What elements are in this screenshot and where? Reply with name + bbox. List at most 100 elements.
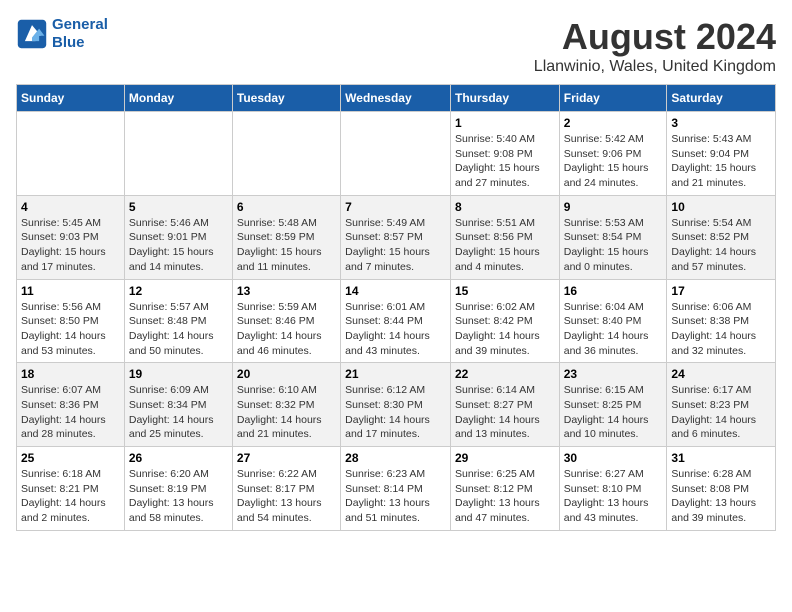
day-number: 19 [129, 367, 228, 381]
day-number: 9 [564, 200, 663, 214]
day-number: 27 [237, 451, 336, 465]
calendar-week-row: 25 Sunrise: 6:18 AM Sunset: 8:21 PM Dayli… [17, 447, 776, 531]
logo-line1: General [52, 16, 108, 33]
day-number: 26 [129, 451, 228, 465]
day-number: 28 [345, 451, 446, 465]
calendar-cell: 6Sunrise: 5:48 AM Sunset: 8:59 PM Daylig… [232, 195, 340, 279]
calendar-week-row: 4 Sunrise: 5:45 AM Sunset: 9:03 PM Daylig… [17, 195, 776, 279]
day-info: Sunrise: 6:20 AM Sunset: 8:19 PM Dayligh… [129, 467, 228, 526]
day-info: Sunrise: 5:56 AM Sunset: 8:50 PM Dayligh… [21, 300, 120, 359]
day-number: 8 [455, 200, 555, 214]
day-info: Sunrise: 5:51 AM Sunset: 8:56 PM Dayligh… [455, 216, 555, 275]
calendar-cell: 7Sunrise: 5:49 AM Sunset: 8:57 PM Daylig… [341, 195, 451, 279]
day-number: 25 [21, 451, 120, 465]
day-number: 15 [455, 284, 555, 298]
day-info: Sunrise: 6:07 AM Sunset: 8:36 PM Dayligh… [21, 383, 120, 442]
calendar-week-row: 18 Sunrise: 6:07 AM Sunset: 8:36 PM Dayli… [17, 363, 776, 447]
calendar-cell: 24 Sunrise: 6:17 AM Sunset: 8:23 PM Dayli… [667, 363, 776, 447]
col-header-tuesday: Tuesday [232, 85, 340, 112]
day-info: Sunrise: 6:09 AM Sunset: 8:34 PM Dayligh… [129, 383, 228, 442]
calendar-cell: 28 Sunrise: 6:23 AM Sunset: 8:14 PM Dayli… [341, 447, 451, 531]
day-number: 7 [345, 200, 446, 214]
calendar-cell: 31Sunrise: 6:28 AM Sunset: 8:08 PM Dayli… [667, 447, 776, 531]
calendar-header-row: SundayMondayTuesdayWednesdayThursdayFrid… [17, 85, 776, 112]
calendar-cell [124, 112, 232, 196]
subtitle: Llanwinio, Wales, United Kingdom [534, 58, 776, 76]
day-number: 22 [455, 367, 555, 381]
day-info: Sunrise: 5:54 AM Sunset: 8:52 PM Dayligh… [671, 216, 771, 275]
day-number: 23 [564, 367, 663, 381]
calendar-cell: 29Sunrise: 6:25 AM Sunset: 8:12 PM Dayli… [450, 447, 559, 531]
calendar-cell: 14Sunrise: 6:01 AM Sunset: 8:44 PM Dayli… [341, 279, 451, 363]
col-header-monday: Monday [124, 85, 232, 112]
day-number: 18 [21, 367, 120, 381]
main-title: August 2024 [534, 16, 776, 58]
calendar-cell: 16 Sunrise: 6:04 AM Sunset: 8:40 PM Dayli… [559, 279, 667, 363]
day-number: 14 [345, 284, 446, 298]
calendar-cell: 25 Sunrise: 6:18 AM Sunset: 8:21 PM Dayli… [17, 447, 125, 531]
day-info: Sunrise: 5:59 AM Sunset: 8:46 PM Dayligh… [237, 300, 336, 359]
day-number: 5 [129, 200, 228, 214]
calendar-week-row: 1Sunrise: 5:40 AM Sunset: 9:08 PM Daylig… [17, 112, 776, 196]
day-info: Sunrise: 6:04 AM Sunset: 8:40 PM Dayligh… [564, 300, 663, 359]
calendar-cell: 21Sunrise: 6:12 AM Sunset: 8:30 PM Dayli… [341, 363, 451, 447]
logo-line2: Blue [52, 34, 85, 51]
day-info: Sunrise: 5:46 AM Sunset: 9:01 PM Dayligh… [129, 216, 228, 275]
day-info: Sunrise: 6:14 AM Sunset: 8:27 PM Dayligh… [455, 383, 555, 442]
calendar-cell [232, 112, 340, 196]
day-info: Sunrise: 6:15 AM Sunset: 8:25 PM Dayligh… [564, 383, 663, 442]
calendar-cell: 30Sunrise: 6:27 AM Sunset: 8:10 PM Dayli… [559, 447, 667, 531]
calendar-cell: 5 Sunrise: 5:46 AM Sunset: 9:01 PM Daylig… [124, 195, 232, 279]
calendar-cell: 3Sunrise: 5:43 AM Sunset: 9:04 PM Daylig… [667, 112, 776, 196]
day-info: Sunrise: 6:06 AM Sunset: 8:38 PM Dayligh… [671, 300, 771, 359]
day-info: Sunrise: 6:02 AM Sunset: 8:42 PM Dayligh… [455, 300, 555, 359]
calendar-cell: 13 Sunrise: 5:59 AM Sunset: 8:46 PM Dayli… [232, 279, 340, 363]
title-block: August 2024 Llanwinio, Wales, United Kin… [534, 16, 776, 76]
day-info: Sunrise: 6:12 AM Sunset: 8:30 PM Dayligh… [345, 383, 446, 442]
calendar-cell: 10Sunrise: 5:54 AM Sunset: 8:52 PM Dayli… [667, 195, 776, 279]
day-info: Sunrise: 6:10 AM Sunset: 8:32 PM Dayligh… [237, 383, 336, 442]
day-number: 4 [21, 200, 120, 214]
calendar-cell: 19 Sunrise: 6:09 AM Sunset: 8:34 PM Dayli… [124, 363, 232, 447]
day-number: 29 [455, 451, 555, 465]
col-header-thursday: Thursday [450, 85, 559, 112]
page-header: General Blue August 2024 Llanwinio, Wale… [16, 16, 776, 76]
day-info: Sunrise: 5:53 AM Sunset: 8:54 PM Dayligh… [564, 216, 663, 275]
day-number: 30 [564, 451, 663, 465]
day-number: 17 [671, 284, 771, 298]
col-header-sunday: Sunday [17, 85, 125, 112]
day-number: 24 [671, 367, 771, 381]
day-number: 20 [237, 367, 336, 381]
day-info: Sunrise: 5:57 AM Sunset: 8:48 PM Dayligh… [129, 300, 228, 359]
day-number: 16 [564, 284, 663, 298]
calendar-cell: 23 Sunrise: 6:15 AM Sunset: 8:25 PM Dayli… [559, 363, 667, 447]
col-header-friday: Friday [559, 85, 667, 112]
calendar-week-row: 11Sunrise: 5:56 AM Sunset: 8:50 PM Dayli… [17, 279, 776, 363]
day-number: 13 [237, 284, 336, 298]
day-info: Sunrise: 6:17 AM Sunset: 8:23 PM Dayligh… [671, 383, 771, 442]
calendar-cell: 12 Sunrise: 5:57 AM Sunset: 8:48 PM Dayli… [124, 279, 232, 363]
col-header-saturday: Saturday [667, 85, 776, 112]
calendar-cell: 18 Sunrise: 6:07 AM Sunset: 8:36 PM Dayli… [17, 363, 125, 447]
day-number: 12 [129, 284, 228, 298]
day-info: Sunrise: 6:23 AM Sunset: 8:14 PM Dayligh… [345, 467, 446, 526]
calendar-cell: 8 Sunrise: 5:51 AM Sunset: 8:56 PM Daylig… [450, 195, 559, 279]
calendar-cell: 11Sunrise: 5:56 AM Sunset: 8:50 PM Dayli… [17, 279, 125, 363]
day-info: Sunrise: 5:42 AM Sunset: 9:06 PM Dayligh… [564, 132, 663, 191]
calendar-cell: 17 Sunrise: 6:06 AM Sunset: 8:38 PM Dayli… [667, 279, 776, 363]
calendar-cell: 1Sunrise: 5:40 AM Sunset: 9:08 PM Daylig… [450, 112, 559, 196]
day-info: Sunrise: 6:22 AM Sunset: 8:17 PM Dayligh… [237, 467, 336, 526]
calendar-table: SundayMondayTuesdayWednesdayThursdayFrid… [16, 84, 776, 531]
calendar-cell: 15 Sunrise: 6:02 AM Sunset: 8:42 PM Dayli… [450, 279, 559, 363]
calendar-cell: 22 Sunrise: 6:14 AM Sunset: 8:27 PM Dayli… [450, 363, 559, 447]
day-info: Sunrise: 6:18 AM Sunset: 8:21 PM Dayligh… [21, 467, 120, 526]
col-header-wednesday: Wednesday [341, 85, 451, 112]
day-number: 2 [564, 116, 663, 130]
calendar-cell: 9 Sunrise: 5:53 AM Sunset: 8:54 PM Daylig… [559, 195, 667, 279]
day-info: Sunrise: 5:45 AM Sunset: 9:03 PM Dayligh… [21, 216, 120, 275]
day-number: 3 [671, 116, 771, 130]
calendar-cell: 26 Sunrise: 6:20 AM Sunset: 8:19 PM Dayli… [124, 447, 232, 531]
logo-icon [16, 18, 48, 50]
calendar-cell: 27 Sunrise: 6:22 AM Sunset: 8:17 PM Dayli… [232, 447, 340, 531]
calendar-cell [17, 112, 125, 196]
